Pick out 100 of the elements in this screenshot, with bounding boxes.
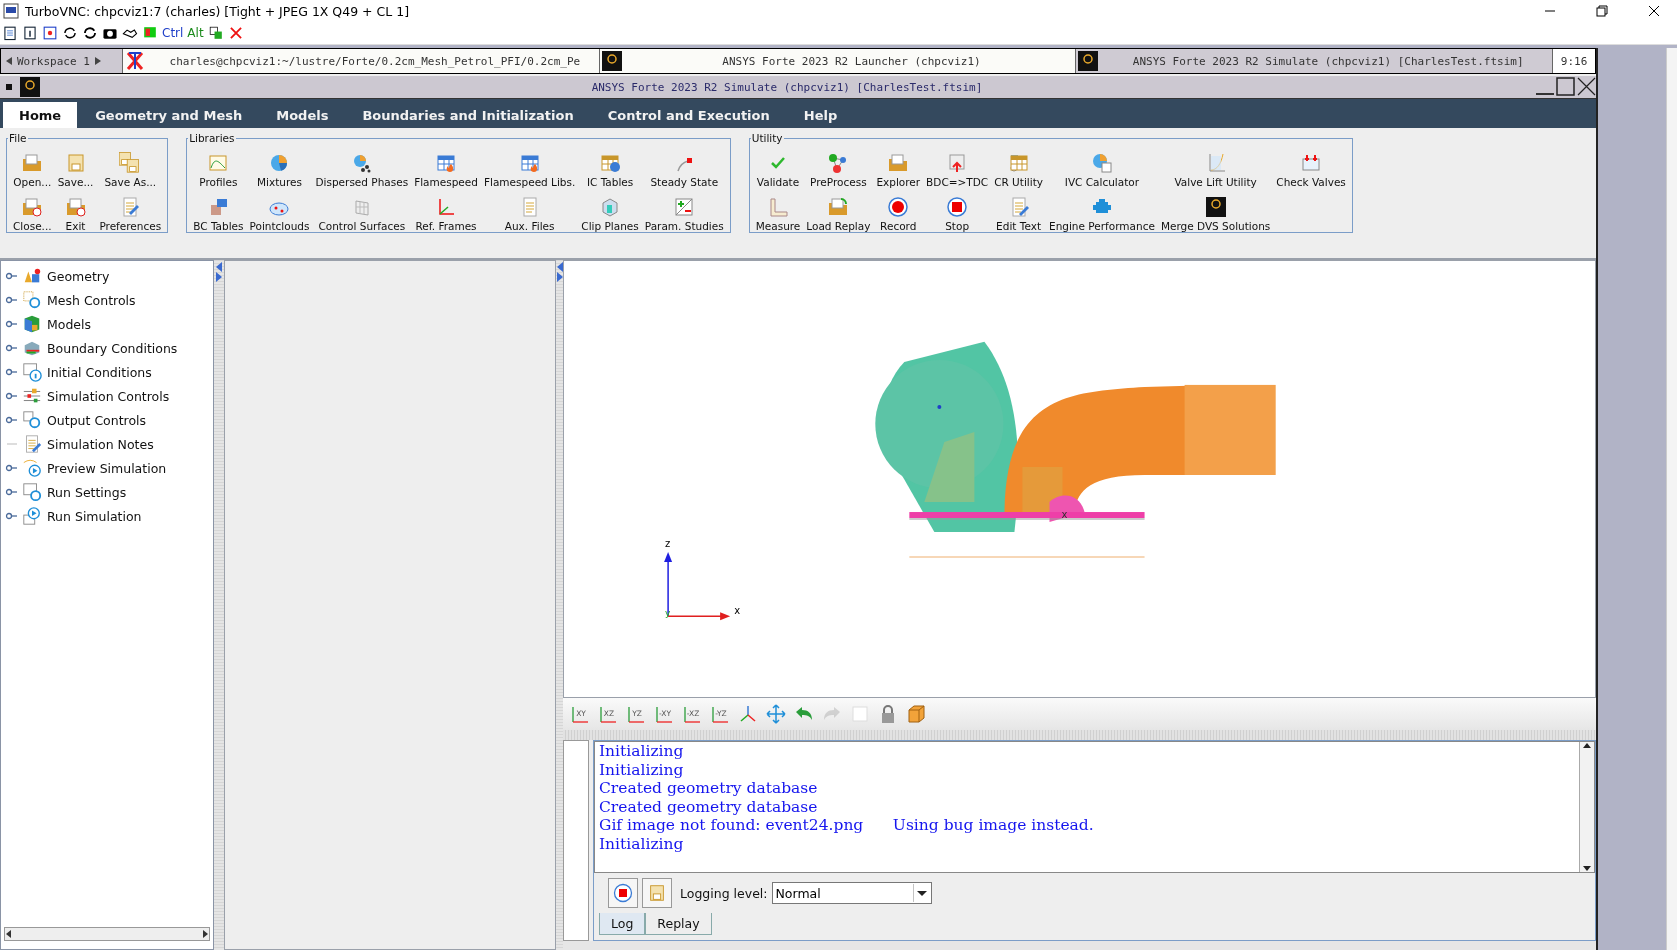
ribbon-button[interactable]: Edit Text bbox=[991, 188, 1046, 232]
axis-label: z bbox=[665, 538, 671, 550]
scrollbar[interactable] bbox=[1579, 742, 1594, 872]
menu-tab[interactable]: Geometry and Mesh bbox=[79, 102, 259, 128]
ribbon-button[interactable]: Close... bbox=[10, 188, 55, 232]
expander-icon[interactable] bbox=[5, 512, 17, 520]
tree-item[interactable]: Preview Simulation bbox=[1, 456, 213, 480]
ribbon-button[interactable]: Ref. Frames bbox=[411, 188, 481, 232]
ribbon-button[interactable]: Explorer bbox=[873, 144, 924, 188]
scroll-up-icon[interactable] bbox=[1583, 742, 1591, 748]
expander-icon[interactable] bbox=[5, 488, 17, 496]
ribbon-button[interactable]: Steady State bbox=[641, 144, 727, 188]
scroll-down-icon[interactable] bbox=[1583, 866, 1591, 872]
ribbon-button[interactable]: BC Tables bbox=[190, 188, 247, 232]
ribbon-button[interactable]: Valve Lift Utility bbox=[1157, 144, 1274, 188]
info-icon bbox=[22, 25, 38, 41]
ribbon-button[interactable]: Engine Performance bbox=[1046, 188, 1158, 232]
table-icon bbox=[599, 152, 622, 174]
window-controls-icon[interactable] bbox=[1534, 77, 1596, 97]
menu-tab[interactable]: Control and Execution bbox=[591, 102, 786, 128]
save-button[interactable] bbox=[642, 878, 672, 908]
ribbon-button[interactable]: Preferences bbox=[96, 188, 165, 232]
folder-icon bbox=[887, 152, 910, 174]
expander-icon[interactable] bbox=[5, 464, 17, 472]
tree-item[interactable]: Models bbox=[1, 312, 213, 336]
ribbon-button[interactable]: Save... bbox=[54, 144, 97, 188]
menu-tab[interactable]: Home bbox=[3, 102, 78, 128]
ribbon-button[interactable]: BDC=>TDC bbox=[923, 144, 992, 188]
expander-icon[interactable] bbox=[5, 416, 17, 424]
expander-icon[interactable] bbox=[5, 296, 17, 304]
left-arrow-icon[interactable] bbox=[6, 57, 12, 65]
task-button[interactable]: charles@chpcviz1:~/lustre/Forte/0.2cm_Mesh_Petrol_PFI/0.2cm_Pe bbox=[122, 49, 599, 73]
tree-item[interactable]: Initial Conditions bbox=[1, 360, 213, 384]
tree-item[interactable]: Simulation Notes bbox=[1, 432, 213, 456]
panel-tab[interactable]: Log bbox=[599, 913, 646, 935]
expander-icon[interactable] bbox=[5, 392, 17, 400]
ribbon-button[interactable]: IVC Calculator bbox=[1046, 144, 1158, 188]
logging-level-dropdown[interactable]: Normal bbox=[771, 882, 932, 904]
ribbon-button[interactable]: Flamespeed bbox=[411, 144, 481, 188]
ribbon-button[interactable]: Pointclouds bbox=[246, 188, 313, 232]
tree-item[interactable]: Boundary Conditions bbox=[1, 336, 213, 360]
key-button[interactable]: Alt bbox=[187, 26, 204, 40]
ribbon-button[interactable]: Param. Studies bbox=[641, 188, 727, 232]
ribbon-button[interactable]: PreProcess bbox=[803, 144, 874, 188]
view-button[interactable] bbox=[905, 703, 927, 725]
ribbon-button[interactable]: Record bbox=[873, 188, 924, 232]
scrollbar[interactable] bbox=[4, 927, 210, 941]
collapse-arrows-icon[interactable] bbox=[556, 262, 563, 282]
group-title: File bbox=[8, 132, 28, 144]
log-line: Created geometry database bbox=[599, 797, 819, 816]
info-icon bbox=[22, 362, 42, 382]
ribbon-button[interactable]: Open... bbox=[10, 144, 55, 188]
log-line: Created geometry database bbox=[599, 779, 819, 798]
ribbon-button[interactable]: Validate bbox=[752, 144, 804, 188]
ruler-icon bbox=[767, 196, 789, 218]
ribbon-button[interactable]: Profiles bbox=[190, 144, 247, 188]
chart-icon bbox=[207, 152, 230, 174]
expander-icon[interactable] bbox=[5, 272, 17, 280]
expander-icon[interactable] bbox=[5, 344, 17, 352]
ribbon-button[interactable]: IC Tables bbox=[578, 144, 642, 188]
tree-item[interactable]: Simulation Controls bbox=[1, 384, 213, 408]
panel-tab[interactable]: Replay bbox=[645, 913, 712, 935]
menu-tab[interactable]: Help bbox=[787, 102, 854, 128]
workspace-label: Workspace 1 bbox=[17, 54, 90, 68]
view-button[interactable] bbox=[765, 703, 787, 725]
tree-item[interactable]: Run Settings bbox=[1, 480, 213, 504]
blank-icon bbox=[849, 703, 871, 725]
ribbon-button[interactable]: Load Replay bbox=[803, 188, 874, 232]
ribbon-button[interactable]: Clip Planes bbox=[578, 188, 642, 232]
expander-icon[interactable] bbox=[5, 368, 17, 376]
ribbon-button[interactable]: Control Surfaces bbox=[312, 188, 412, 232]
ribbon-button[interactable]: CR Utility bbox=[991, 144, 1046, 188]
ribbon-button[interactable]: Check Valves bbox=[1273, 144, 1349, 188]
refresh-icon bbox=[62, 25, 78, 41]
marker-label: x bbox=[1061, 509, 1068, 521]
ribbon-button[interactable]: Dispersed Phases bbox=[312, 144, 412, 188]
ribbon-button[interactable]: Save As... bbox=[96, 144, 165, 188]
expander-icon[interactable] bbox=[5, 320, 17, 328]
collapse-arrows-icon[interactable] bbox=[216, 262, 222, 282]
scrollbar[interactable] bbox=[1666, 48, 1677, 950]
ribbon-button[interactable]: Stop bbox=[923, 188, 992, 232]
stop-button[interactable] bbox=[608, 878, 638, 908]
ribbon-button[interactable]: Aux. Files bbox=[480, 188, 579, 232]
menu-tab[interactable]: Boundaries and Initialization bbox=[346, 102, 590, 128]
right-arrow-icon[interactable] bbox=[94, 57, 101, 65]
tree-item[interactable]: Run Simulation bbox=[1, 504, 213, 528]
menu-tab[interactable]: Models bbox=[260, 102, 345, 128]
ribbon-button[interactable]: Exit bbox=[54, 188, 97, 232]
tree-item[interactable]: Output Controls bbox=[1, 408, 213, 432]
task-button[interactable]: ANSYS Forte 2023 R2 Launcher (chpcviz1) bbox=[598, 49, 1076, 73]
ribbon-button[interactable]: Measure bbox=[752, 188, 804, 232]
ribbon-button[interactable]: Flamespeed Libs. bbox=[480, 144, 579, 188]
tree-item[interactable]: Geometry bbox=[1, 264, 213, 288]
scroll-right-icon[interactable] bbox=[201, 930, 209, 938]
tree-item[interactable]: Mesh Controls bbox=[1, 288, 213, 312]
key-button[interactable]: Ctrl bbox=[162, 26, 184, 40]
transfer-icon bbox=[207, 25, 224, 41]
ribbon-button[interactable]: Merge DVS Solutions bbox=[1157, 188, 1274, 232]
scroll-left-icon[interactable] bbox=[5, 930, 13, 938]
ribbon-button[interactable]: Mixtures bbox=[246, 144, 313, 188]
